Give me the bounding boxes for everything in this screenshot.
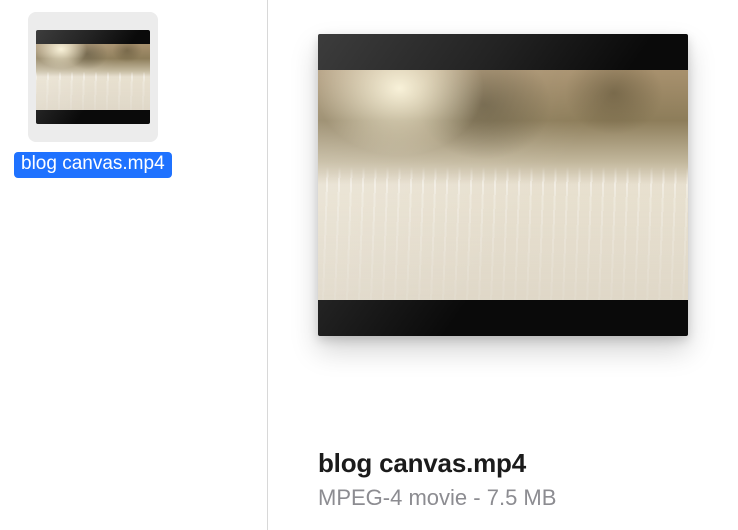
preview-size: 7.5 MB	[487, 485, 557, 510]
file-browser-pane: blog canvas.mp4	[0, 0, 268, 530]
file-item[interactable]: blog canvas.mp4	[14, 12, 172, 178]
preview-pane: blog canvas.mp4 MPEG-4 movie - 7.5 MB	[268, 0, 738, 530]
file-thumbnail-box	[28, 12, 158, 142]
preview-details: MPEG-4 movie - 7.5 MB	[318, 485, 716, 511]
preview-filename: blog canvas.mp4	[318, 448, 716, 479]
video-frame-preview	[36, 44, 150, 110]
file-thumbnail	[36, 30, 150, 124]
preview-metadata: blog canvas.mp4 MPEG-4 movie - 7.5 MB	[318, 448, 716, 511]
preview-kind: MPEG-4 movie	[318, 485, 467, 510]
file-name-label-selected[interactable]: blog canvas.mp4	[14, 152, 172, 178]
preview-thumbnail[interactable]	[318, 34, 688, 336]
video-frame-preview-large	[318, 70, 688, 300]
preview-separator: -	[467, 485, 487, 510]
